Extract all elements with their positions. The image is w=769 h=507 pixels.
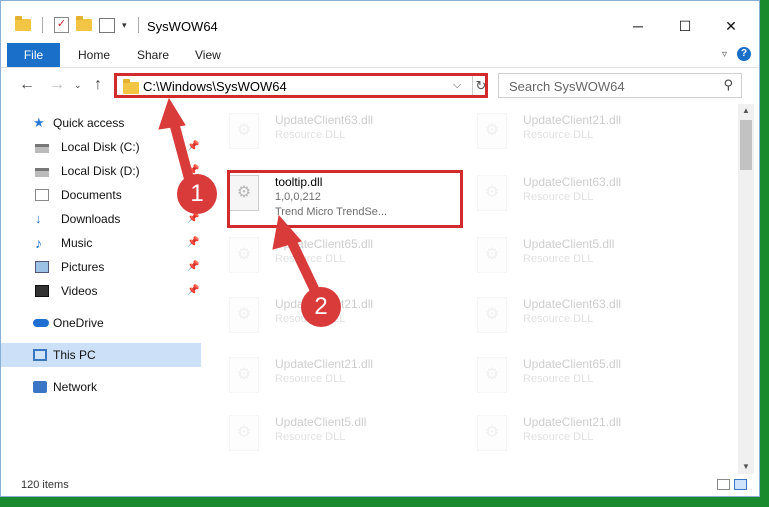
file-explorer-window: ✓ ▾ SysWOW64 ─ ☐ ✕ File Home Share View …: [0, 0, 760, 497]
step-1-badge: 1: [177, 174, 217, 214]
annotation-arrows: [158, 97, 324, 302]
arrowhead-1: [158, 97, 186, 130]
step-2-badge: 2: [301, 287, 341, 327]
